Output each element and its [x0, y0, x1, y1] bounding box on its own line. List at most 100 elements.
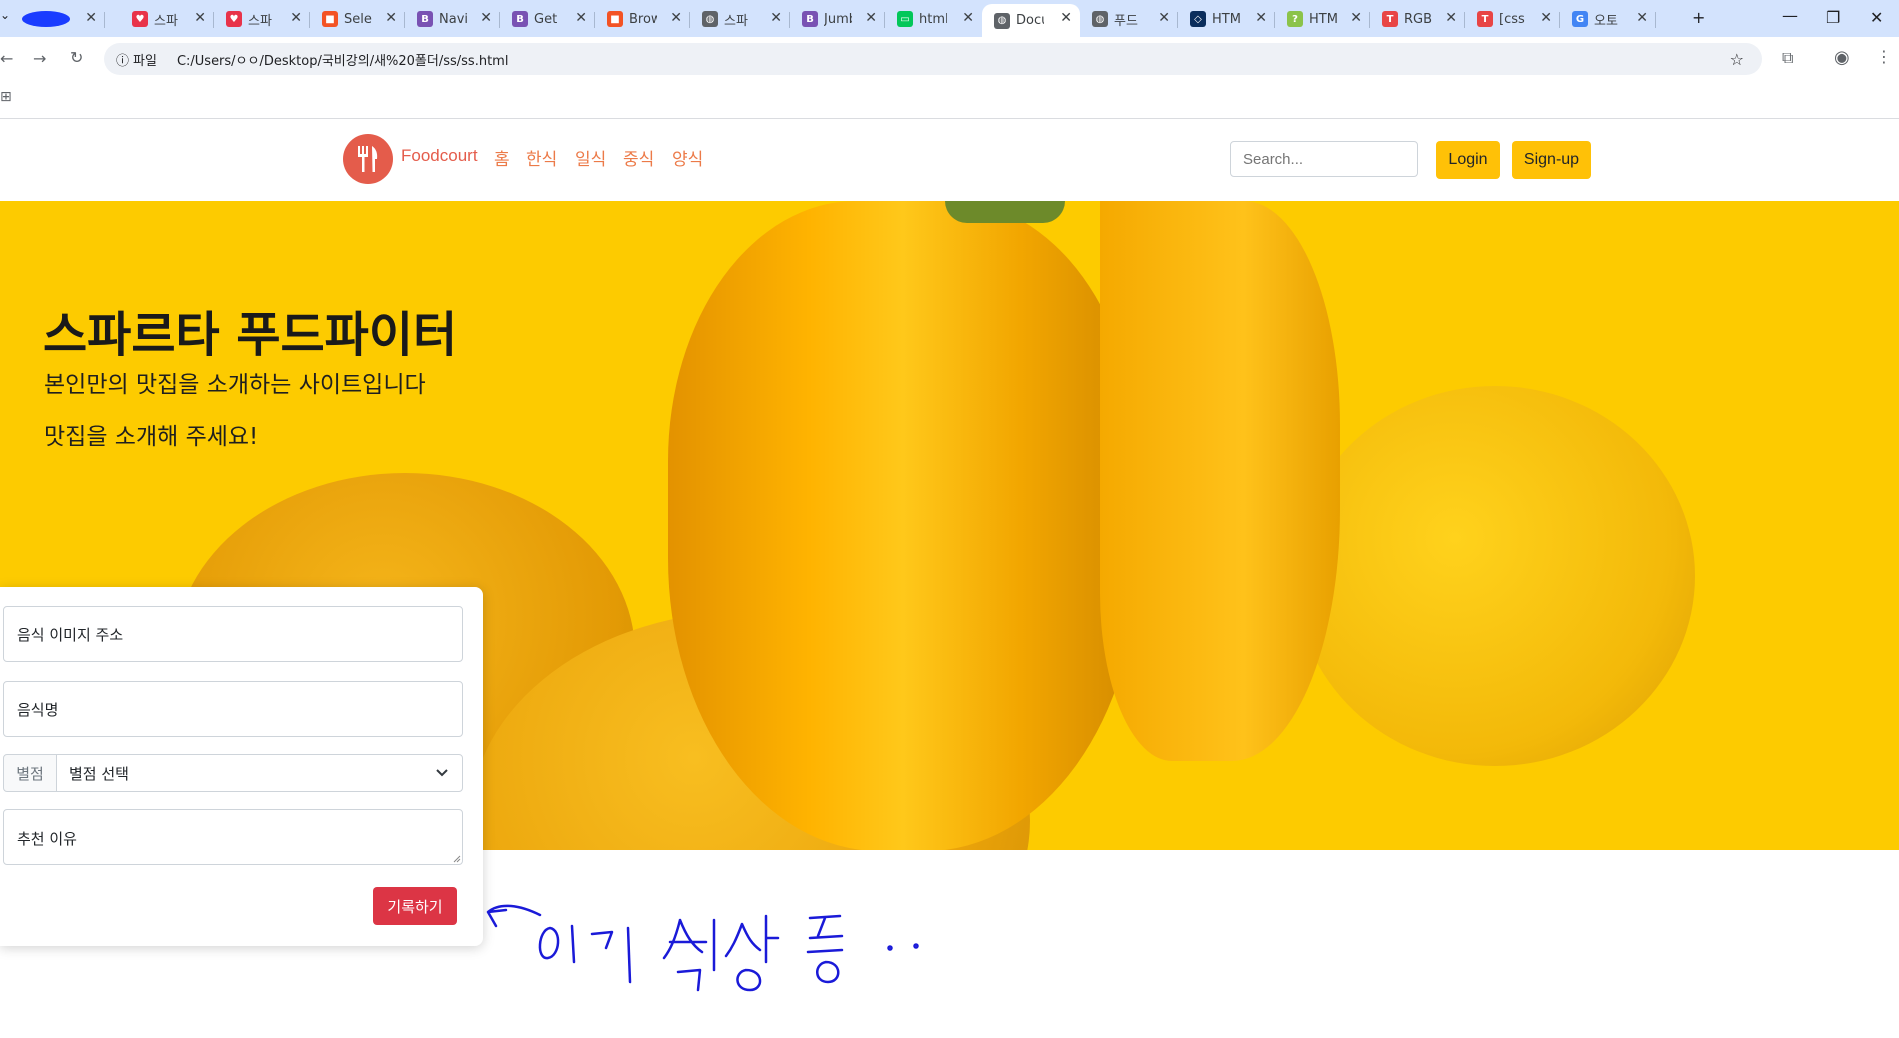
tab-title: Selec: [344, 11, 372, 27]
food-name-input[interactable]: 음식명: [3, 681, 463, 737]
tab-close-icon[interactable]: ✕: [480, 10, 492, 26]
url-text[interactable]: C:/Users/ㅇㅇ/Desktop/국비강의/새%20폴더/ss/ss.ht…: [177, 50, 509, 69]
login-button[interactable]: Login: [1436, 141, 1500, 179]
close-window-icon[interactable]: ✕: [1870, 8, 1883, 27]
tab-title: 오토: [1594, 13, 1618, 29]
browser-tab[interactable]: T [css ✕: [1465, 4, 1560, 34]
browser-tab[interactable]: ◍ 스파 ✕: [690, 4, 790, 34]
brand-link[interactable]: Foodcourt: [401, 146, 478, 166]
browser-menu-icon[interactable]: ⋮: [1876, 47, 1892, 66]
hero-subtitle: 본인만의 맛집을 소개하는 사이트입니다: [44, 372, 426, 398]
food-image-url-input[interactable]: 음식 이미지 주소: [3, 606, 463, 662]
tab-close-icon[interactable]: ✕: [1255, 10, 1267, 26]
address-bar[interactable]: ⓘ 파일 C:/Users/ㅇㅇ/Desktop/국비강의/새%20폴더/ss/…: [104, 43, 1762, 75]
apps-grid-icon[interactable]: ⊞: [0, 89, 12, 105]
minimize-icon[interactable]: —: [1782, 6, 1798, 25]
tab-close-icon[interactable]: ✕: [290, 10, 302, 26]
browser-tab[interactable]: ◇ HTM ✕: [1178, 4, 1275, 34]
yellow-pepper-lobe: [1100, 201, 1340, 761]
reload-icon[interactable]: ↻: [70, 48, 83, 67]
signup-button[interactable]: Sign-up: [1512, 141, 1591, 179]
browser-tab[interactable]: B Jumb ✕: [790, 4, 885, 34]
tab-favicon-icon: [22, 11, 70, 27]
extensions-icon[interactable]: ⧉: [1782, 48, 1793, 68]
tab-close-icon[interactable]: ✕: [85, 10, 97, 26]
tab-close-icon[interactable]: ✕: [1445, 10, 1457, 26]
tab-title: 스파: [154, 13, 178, 29]
nav-link-korean[interactable]: 한식: [526, 145, 557, 170]
new-tab-button[interactable]: +: [1692, 8, 1705, 27]
tab-close-icon[interactable]: ✕: [1540, 10, 1552, 26]
back-icon[interactable]: ←: [0, 49, 13, 68]
profile-icon[interactable]: ◉: [1834, 47, 1850, 68]
tab-title: Get: [534, 11, 558, 27]
tab-close-icon[interactable]: ✕: [1060, 10, 1072, 26]
restaurant-form-card: 음식 이미지 주소 음식명 별점 별점 선택 추천 이유 기록하기: [0, 587, 483, 946]
search-input[interactable]: [1230, 141, 1418, 177]
tab-close-icon[interactable]: ✕: [670, 10, 682, 26]
tab-close-icon[interactable]: ✕: [194, 10, 206, 26]
tab-favicon-icon: G: [1572, 11, 1588, 27]
pepper-stem: [945, 201, 1065, 223]
tab-title: Docu: [1016, 13, 1044, 28]
tab-close-icon[interactable]: ✕: [1158, 10, 1170, 26]
browser-tab[interactable]: ? HTM ✕: [1275, 4, 1370, 34]
browser-toolbar: ← → ↻ ⓘ 파일 C:/Users/ㅇㅇ/Desktop/국비강의/새%20…: [0, 37, 1899, 80]
yellow-pepper: [668, 201, 1138, 850]
tab-title: Navi: [439, 11, 467, 27]
browser-tab[interactable]: ◍ Docu ✕: [982, 4, 1080, 37]
recommend-reason-placeholder: 추천 이유: [17, 830, 77, 848]
tab-favicon-icon: B: [802, 11, 818, 27]
browser-tab[interactable]: B Get ✕: [500, 4, 595, 34]
fork-knife-logo-icon[interactable]: [343, 134, 393, 184]
browser-tab[interactable]: ■ Selec ✕: [310, 4, 405, 34]
tab-favicon-icon: T: [1477, 11, 1493, 27]
tab-favicon-icon: ■: [607, 11, 623, 27]
restore-icon[interactable]: ❐: [1826, 8, 1840, 27]
browser-tab[interactable]: ♥ 스파 ✕: [120, 4, 214, 34]
rating-addon-label: 별점: [3, 754, 57, 792]
tab-title: Jumb: [824, 11, 852, 27]
tab-title: HTM: [1309, 11, 1337, 27]
hero-subtitle-2: 맛집을 소개해 주세요!: [44, 424, 259, 450]
resize-handle-icon[interactable]: [452, 854, 461, 863]
tab-favicon-icon: ◍: [1092, 11, 1108, 27]
browser-tab[interactable]: ✕: [0, 4, 105, 34]
bookmark-star-icon[interactable]: ☆: [1730, 50, 1744, 69]
forward-icon[interactable]: →: [33, 49, 46, 68]
rating-select-value: 별점 선택: [69, 764, 129, 783]
lemon-right: [1295, 386, 1695, 766]
info-icon[interactable]: ⓘ: [116, 50, 129, 69]
nav-link-chinese[interactable]: 중식: [623, 145, 654, 170]
tab-separator: [104, 12, 105, 28]
tab-title: 푸드: [1114, 13, 1138, 29]
rating-input-group: 별점 별점 선택: [3, 754, 463, 792]
submit-record-button[interactable]: 기록하기: [373, 887, 457, 925]
browser-tab[interactable]: ▭ html ✕: [885, 4, 982, 34]
browser-tab-strip: ⌄ ✕♥스파✕♥스파✕■Selec✕BNavi✕BGet✕■Brow✕◍스파✕B…: [0, 0, 1899, 37]
tab-favicon-icon: ♥: [132, 11, 148, 27]
tab-close-icon[interactable]: ✕: [1636, 10, 1648, 26]
rating-select[interactable]: 별점 선택: [56, 754, 463, 792]
tab-separator: [1655, 12, 1656, 28]
browser-tab[interactable]: ■ Brow ✕: [595, 4, 690, 34]
browser-tab[interactable]: B Navi ✕: [405, 4, 500, 34]
tab-close-icon[interactable]: ✕: [865, 10, 877, 26]
browser-tab[interactable]: ♥ 스파 ✕: [214, 4, 310, 34]
tab-close-icon[interactable]: ✕: [962, 10, 974, 26]
tab-favicon-icon: ▭: [897, 11, 913, 27]
browser-tab[interactable]: G 오토 ✕: [1560, 4, 1656, 34]
browser-tab[interactable]: T RGB ✕: [1370, 4, 1465, 34]
tab-favicon-icon: ?: [1287, 11, 1303, 27]
recommend-reason-textarea[interactable]: 추천 이유: [3, 809, 463, 865]
nav-link-japanese[interactable]: 일식: [575, 145, 606, 170]
tab-favicon-icon: ◍: [702, 11, 718, 27]
browser-tab[interactable]: ◍ 푸드 ✕: [1080, 4, 1178, 34]
nav-link-home[interactable]: 홈: [494, 145, 510, 170]
tab-close-icon[interactable]: ✕: [385, 10, 397, 26]
nav-link-western[interactable]: 양식: [672, 145, 703, 170]
tab-close-icon[interactable]: ✕: [770, 10, 782, 26]
handwritten-annotation: [486, 904, 919, 992]
tab-close-icon[interactable]: ✕: [575, 10, 587, 26]
tab-close-icon[interactable]: ✕: [1350, 10, 1362, 26]
